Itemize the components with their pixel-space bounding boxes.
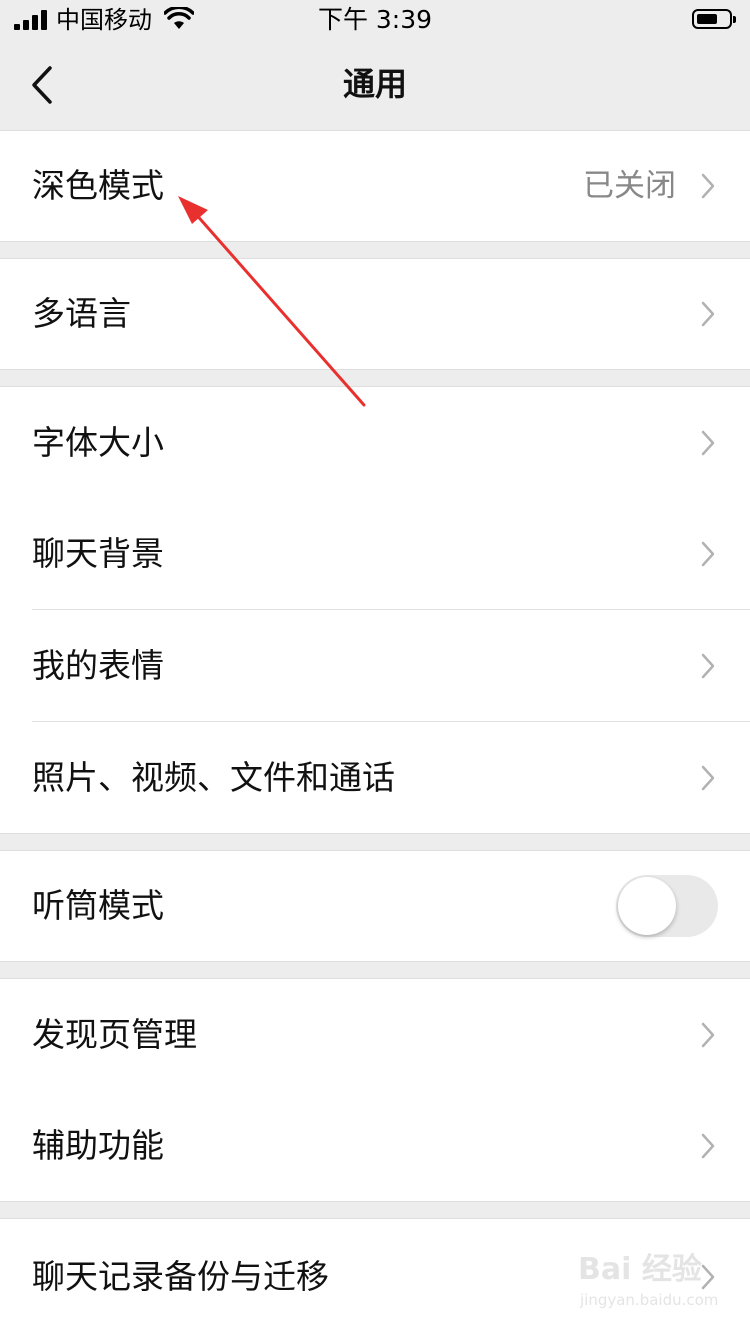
chevron-right-icon — [701, 173, 715, 199]
toggle-knob — [618, 877, 676, 935]
settings-row-font-size[interactable]: 字体大小 — [0, 386, 750, 499]
settings-row-media-files[interactable]: 照片、视频、文件和通话 — [0, 722, 750, 834]
settings-row-discover-management[interactable]: 发现页管理 — [0, 978, 750, 1091]
row-label: 聊天记录备份与迁移 — [32, 1257, 329, 1296]
row-label: 深色模式 — [32, 166, 164, 205]
chevron-right-icon — [701, 301, 715, 327]
settings-row-earpiece-mode: 听筒模式 — [0, 850, 750, 962]
watermark-url: jingyan.baidu.com — [580, 1291, 719, 1309]
earpiece-mode-toggle[interactable] — [616, 875, 718, 937]
chevron-right-icon — [701, 1022, 715, 1048]
row-label: 照片、视频、文件和通话 — [32, 757, 395, 797]
chevron-right-icon — [701, 541, 715, 567]
chevron-right-icon — [701, 653, 715, 679]
row-label: 听筒模式 — [32, 886, 164, 925]
settings-row-dark-mode[interactable]: 深色模式 已关闭 — [0, 130, 750, 242]
row-label: 多语言 — [32, 294, 131, 333]
page-title: 通用 — [342, 65, 407, 103]
battery-icon — [692, 9, 736, 29]
status-bar: 中国移动 下午 3:39 — [0, 0, 750, 40]
watermark-brand: Bai 经验 — [578, 1252, 702, 1287]
watermark-logo: Bai 经验 jingyan.baidu.com — [576, 1252, 736, 1322]
row-label: 字体大小 — [32, 423, 164, 462]
row-label: 辅助功能 — [32, 1125, 164, 1165]
row-value: 已关闭 — [583, 168, 676, 204]
row-label: 聊天背景 — [32, 534, 164, 573]
settings-row-my-stickers[interactable]: 我的表情 — [0, 610, 750, 722]
row-label: 发现页管理 — [32, 1015, 197, 1054]
chevron-right-icon — [701, 1133, 715, 1158]
status-time: 下午 3:39 — [317, 5, 433, 34]
row-label: 我的表情 — [32, 646, 164, 685]
chevron-right-icon — [701, 430, 715, 456]
settings-row-accessibility[interactable]: 辅助功能 — [0, 1090, 750, 1202]
chevron-right-icon — [701, 765, 715, 790]
navigation-bar: 通用 — [0, 40, 750, 130]
settings-row-language[interactable]: 多语言 — [0, 258, 750, 370]
settings-row-chat-background[interactable]: 聊天背景 — [0, 498, 750, 610]
